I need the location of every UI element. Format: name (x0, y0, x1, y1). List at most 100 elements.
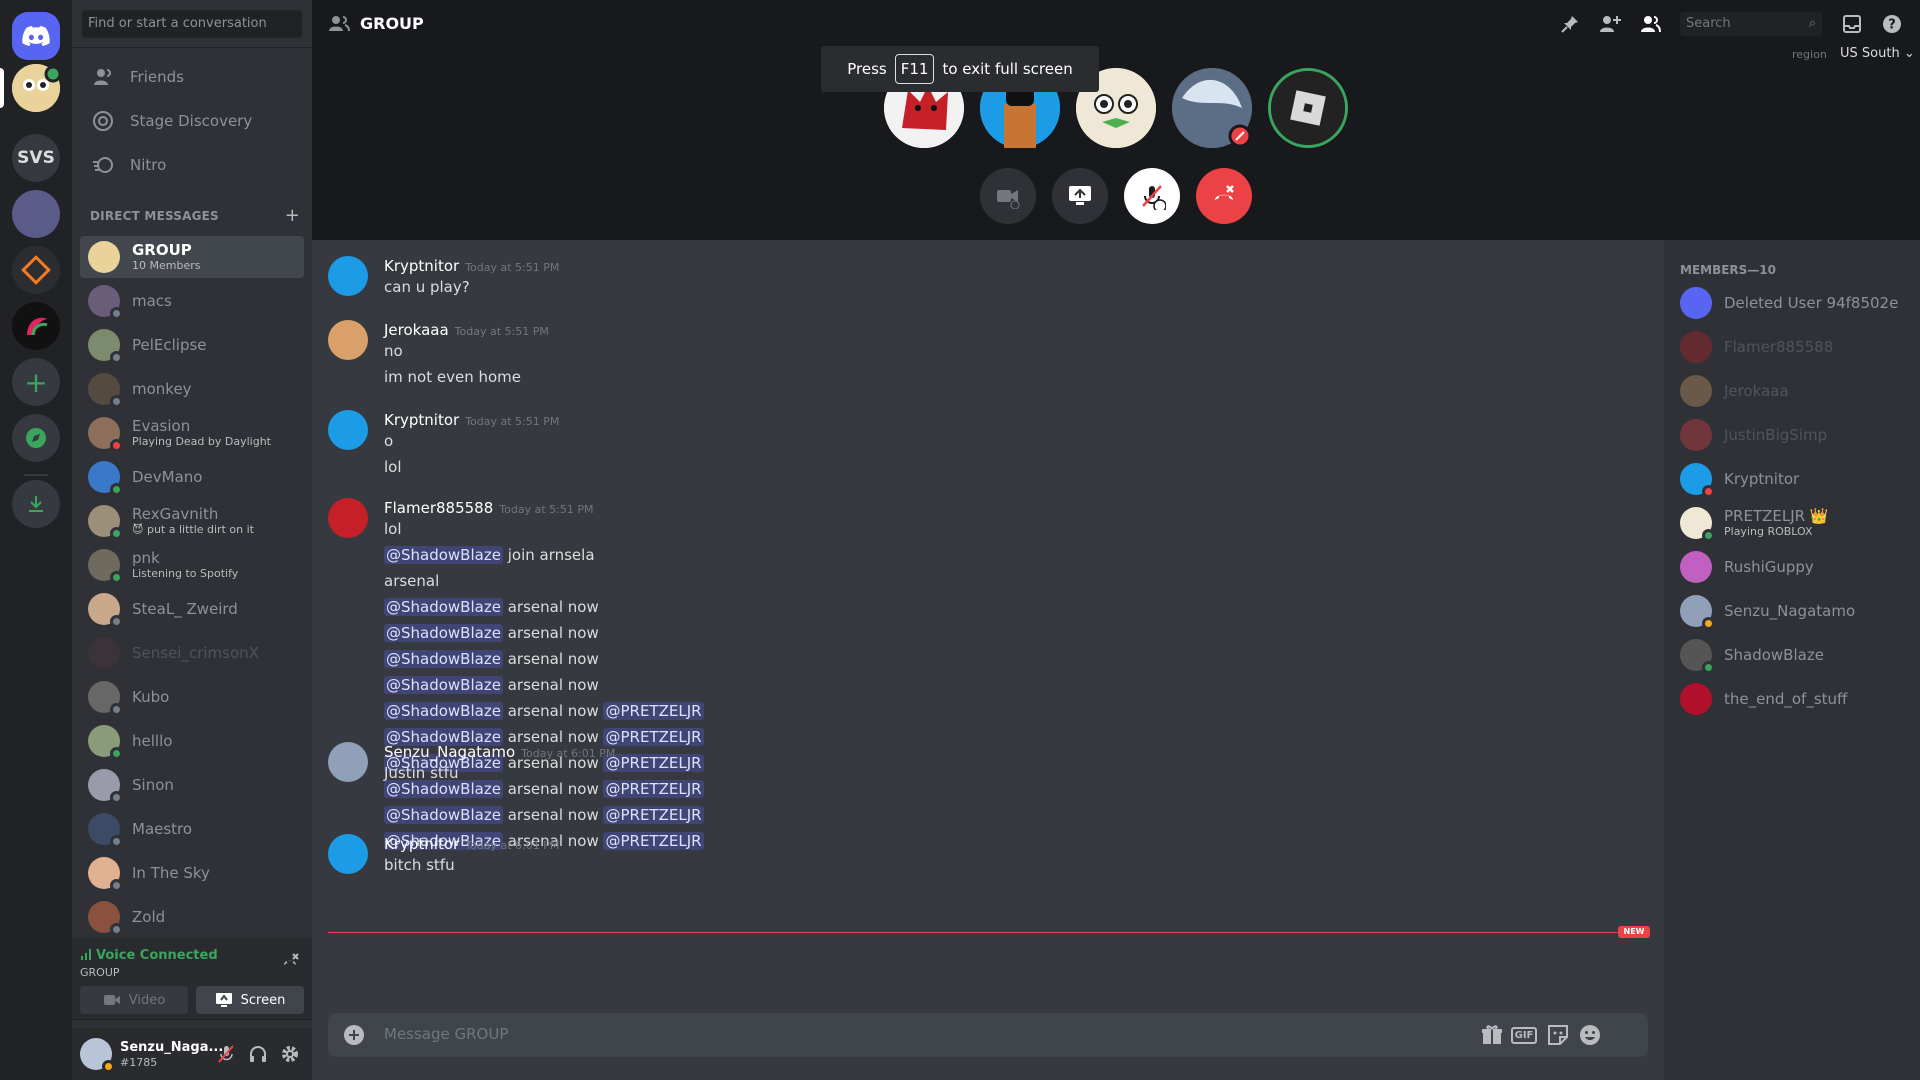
member-item[interactable]: Flamer885588 (1680, 326, 1910, 368)
dm-item[interactable]: PelEclipse (80, 324, 304, 366)
user-mention[interactable]: @ShadowBlaze (384, 780, 503, 798)
member-item[interactable]: RushiGuppy (1680, 546, 1910, 588)
member-item[interactable]: Deleted User 94f8502e (1680, 282, 1910, 324)
user-name[interactable]: Senzu_Naga... (120, 1040, 223, 1055)
user-mention[interactable]: @PRETZELJR (603, 780, 704, 798)
user-mention[interactable]: @PRETZELJR (603, 702, 704, 720)
help-icon[interactable]: ? (1880, 12, 1904, 36)
message-avatar[interactable] (328, 320, 368, 360)
emoji-icon[interactable] (1578, 1023, 1602, 1047)
user-mention[interactable]: @ShadowBlaze (384, 676, 503, 694)
mute-toggle-button[interactable] (1124, 168, 1180, 224)
gift-icon[interactable] (1480, 1023, 1504, 1047)
dm-item[interactable]: RexGavnith 😈 put a little dirt on it (80, 500, 304, 542)
message-avatar[interactable] (328, 256, 368, 296)
dm-item[interactable]: In The Sky (80, 852, 304, 894)
message-line: lol (384, 520, 402, 538)
headphones-icon[interactable] (248, 1044, 268, 1064)
message-avatar[interactable] (328, 742, 368, 782)
message-line: @ShadowBlaze join arnsela (384, 546, 595, 564)
sticker-icon[interactable] (1546, 1023, 1570, 1047)
user-mention[interactable]: @PRETZELJR (603, 754, 704, 772)
pin-icon[interactable] (1558, 12, 1582, 36)
create-dm-icon[interactable]: + (285, 205, 300, 226)
dm-item[interactable]: Evasion Playing Dead by Daylight (80, 412, 304, 454)
disconnect-icon[interactable] (280, 952, 300, 972)
user-mention[interactable]: @PRETZELJR (603, 832, 704, 850)
add-friend-icon[interactable] (1598, 12, 1622, 36)
region-select[interactable]: US South ⌄ (1840, 46, 1915, 61)
member-item[interactable]: JustinBigSimp (1680, 414, 1910, 456)
conversation-search[interactable]: Find or start a conversation (82, 10, 302, 38)
download-icon[interactable] (12, 480, 60, 528)
server-icon-4[interactable] (12, 302, 60, 350)
group-dm-avatar[interactable] (12, 64, 60, 112)
settings-gear-icon[interactable] (280, 1044, 300, 1064)
message-author[interactable]: Kryptnitor (384, 411, 459, 429)
dm-item[interactable]: Maestro (80, 808, 304, 850)
message-author[interactable]: Kryptnitor (384, 835, 459, 853)
nav-stage-discovery[interactable]: Stage Discovery (80, 100, 304, 142)
voice-connected-status[interactable]: Voice Connected (80, 948, 218, 963)
inbox-icon[interactable] (1840, 12, 1864, 36)
server-icon-3[interactable] (12, 246, 60, 294)
user-mention[interactable]: @ShadowBlaze (384, 598, 503, 616)
server-icon-2[interactable] (12, 190, 60, 238)
nav-friends[interactable]: Friends (80, 56, 304, 98)
screen-button[interactable]: Screen (196, 986, 304, 1014)
message-avatar[interactable] (328, 498, 368, 538)
message-input[interactable]: Message GROUP (384, 1025, 508, 1043)
dm-item[interactable]: helllo (80, 720, 304, 762)
user-mention[interactable]: @PRETZELJR (603, 806, 704, 824)
member-item[interactable]: the_end_of_stuff (1680, 678, 1910, 720)
dm-item[interactable]: pnk Listening to Spotify (80, 544, 304, 586)
user-mention[interactable]: @ShadowBlaze (384, 624, 503, 642)
member-item[interactable]: ShadowBlaze (1680, 634, 1910, 676)
share-screen-button[interactable] (1052, 168, 1108, 224)
user-mention[interactable]: @ShadowBlaze (384, 702, 503, 720)
camera-toggle-button[interactable] (980, 168, 1036, 224)
avatar (88, 417, 123, 452)
member-item[interactable]: Senzu_Nagatamo (1680, 590, 1910, 632)
message-author[interactable]: Jerokaaa (384, 321, 449, 339)
message-avatar[interactable] (328, 834, 368, 874)
dm-item[interactable]: Kubo (80, 676, 304, 718)
discord-home-icon[interactable] (12, 12, 60, 60)
dm-item[interactable]: Zold (80, 896, 304, 938)
user-mention[interactable]: @ShadowBlaze (384, 650, 503, 668)
add-server-icon[interactable]: + (12, 358, 60, 406)
call-avatar-senzu[interactable] (1172, 68, 1252, 148)
upload-plus-icon[interactable] (342, 1023, 366, 1051)
status-off-indicator (110, 615, 123, 628)
user-avatar[interactable] (80, 1038, 115, 1073)
mute-icon[interactable] (216, 1044, 236, 1064)
dm-item[interactable]: macs (80, 280, 304, 322)
server-svs[interactable]: SVS (12, 134, 60, 182)
gif-icon[interactable]: GIF (1510, 1023, 1538, 1047)
member-item[interactable]: Kryptnitor (1680, 458, 1910, 500)
explore-icon[interactable] (12, 414, 60, 462)
dm-item[interactable]: monkey (80, 368, 304, 410)
member-item[interactable]: PRETZELJR 👑 Playing ROBLOX (1680, 502, 1910, 544)
voice-channel[interactable]: GROUP (80, 966, 120, 979)
user-mention[interactable]: @ShadowBlaze (384, 546, 503, 564)
header-search[interactable]: Search ⌕ (1680, 12, 1822, 36)
message-author[interactable]: Kryptnitor (384, 257, 459, 275)
call-avatar-shadowblaze[interactable] (1268, 68, 1348, 148)
nav-nitro[interactable]: Nitro (80, 144, 304, 186)
message-author[interactable]: Senzu_Nagatamo (384, 743, 515, 761)
user-mention[interactable]: @PRETZELJR (603, 728, 704, 746)
message-author[interactable]: Flamer885588 (384, 499, 493, 517)
message-composer[interactable]: Message GROUP GIF (328, 1013, 1648, 1057)
dm-item[interactable]: DevMano (80, 456, 304, 498)
video-button[interactable]: Video (80, 986, 188, 1014)
dm-item[interactable]: Sinon (80, 764, 304, 806)
dm-item[interactable]: Sensei_crimsonX (80, 632, 304, 674)
member-item[interactable]: Jerokaaa (1680, 370, 1910, 412)
dm-item[interactable]: SteaL_ Zweird (80, 588, 304, 630)
member-list-icon[interactable] (1638, 12, 1662, 36)
dm-item[interactable]: GROUP 10 Members (80, 236, 304, 278)
disconnect-call-button[interactable] (1196, 168, 1252, 224)
user-mention[interactable]: @ShadowBlaze (384, 806, 503, 824)
message-avatar[interactable] (328, 410, 368, 450)
